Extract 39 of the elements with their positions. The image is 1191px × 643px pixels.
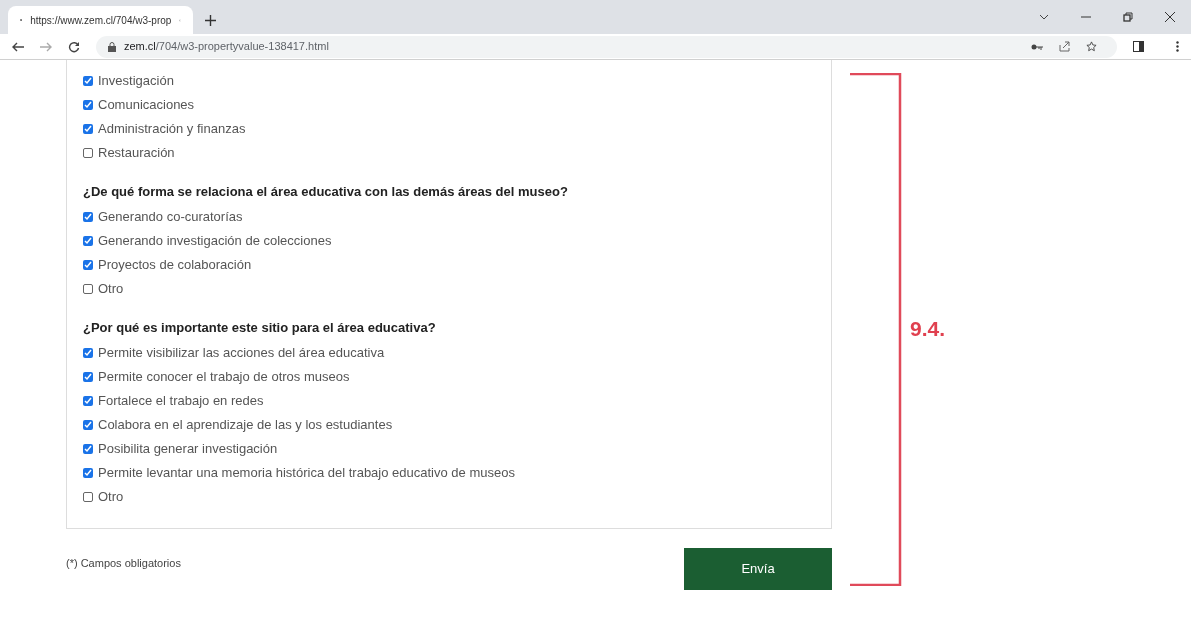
option-label: Permite levantar una memoria histórica del trabajo educativo de museos <box>98 464 515 483</box>
chevron-down-icon[interactable] <box>1039 14 1049 20</box>
key-icon[interactable] <box>1031 43 1043 50</box>
question-title: ¿De qué forma se relaciona el área educativa con las demás áreas del museo? <box>83 183 569 202</box>
option-label: Otro <box>98 280 124 299</box>
new-tab-icon[interactable] <box>205 15 216 26</box>
submit-button[interactable]: Envía <box>684 548 832 590</box>
restore-icon[interactable] <box>1123 12 1133 22</box>
reload-icon[interactable] <box>68 40 80 53</box>
option-label: Investigación <box>98 72 174 91</box>
side-panel-icon[interactable] <box>1133 41 1144 52</box>
tab-title: https://www.zem.cl/704/w3-prop <box>30 13 172 28</box>
menu-icon[interactable] <box>1176 41 1179 52</box>
checkbox[interactable] <box>83 492 93 502</box>
option-label: Restauración <box>98 144 175 163</box>
option-label: Administración y finanzas <box>98 120 246 139</box>
url-text: zem.cl/704/w3-propertyvalue-138417.html <box>124 39 329 55</box>
checkbox[interactable] <box>83 148 93 158</box>
option-label: Colabora en el aprendizaje de las y los estudiantes <box>98 416 393 435</box>
back-arrow-icon[interactable] <box>12 41 24 52</box>
checkbox[interactable] <box>83 284 93 294</box>
option-label: Generando co-curatorías <box>98 208 243 227</box>
option-label: Fortalece el trabajo en redes <box>98 392 264 411</box>
option-label: Permite visibilizar las acciones del área educativa <box>98 344 385 363</box>
option-label: Posibilita generar investigación <box>98 440 278 459</box>
star-icon[interactable] <box>1086 41 1097 52</box>
annotation-label: 9.4. <box>910 316 946 343</box>
required-note: (*) Campos obligatorios <box>66 556 181 571</box>
option-label: Otro <box>98 488 124 507</box>
option-label: Comunicaciones <box>98 96 195 115</box>
browser-tab[interactable]: https://www.zem.cl/704/w3-prop <box>8 6 193 34</box>
forward-arrow-icon[interactable] <box>40 41 52 52</box>
option-label: Generando investigación de colecciones <box>98 232 332 251</box>
share-icon[interactable] <box>1059 41 1070 52</box>
address-bar[interactable]: zem.cl/704/w3-propertyvalue-138417.html <box>96 35 1117 58</box>
option-label: Permite conocer el trabajo de otros museos <box>98 368 350 387</box>
option-label: Proyectos de colaboración <box>98 256 252 275</box>
lock-icon <box>108 41 116 52</box>
question-title: ¿Por qué es importante este sitio para el área educativa? <box>83 319 437 338</box>
